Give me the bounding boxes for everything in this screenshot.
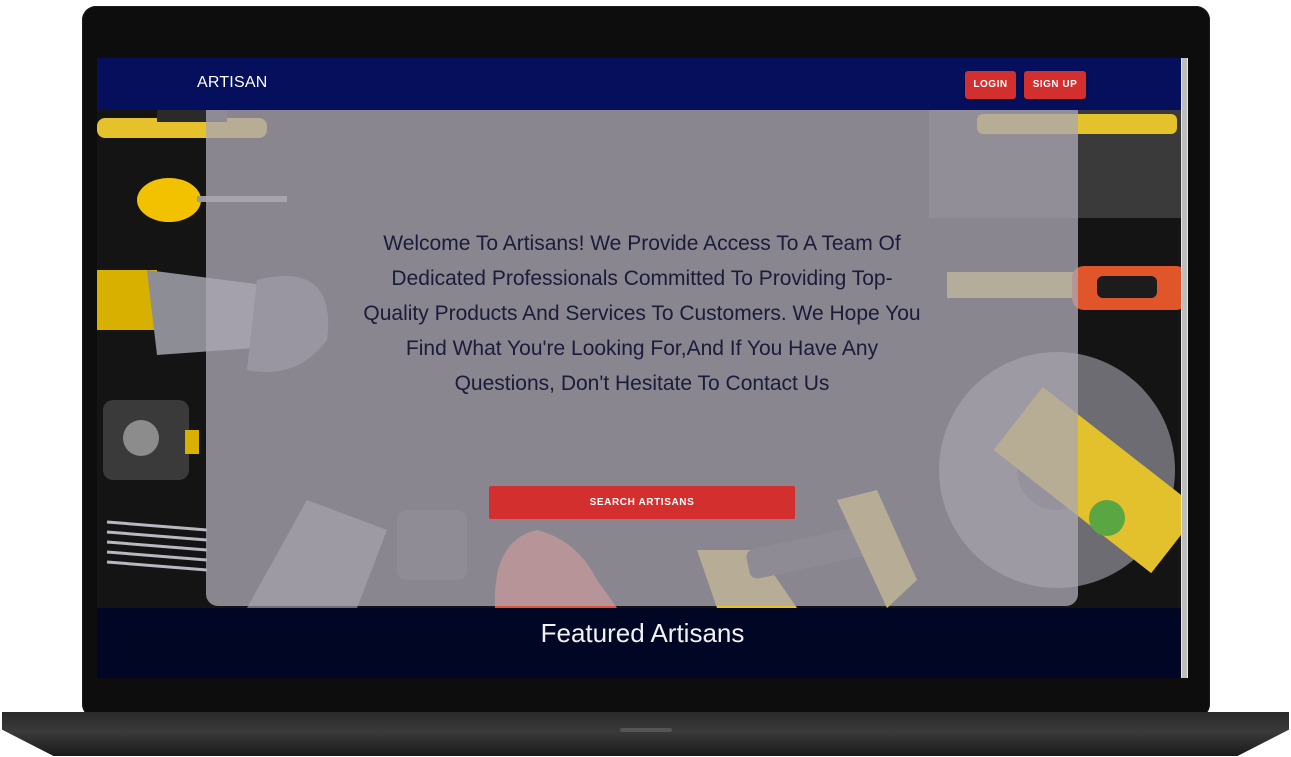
laptop-base <box>2 712 1289 756</box>
page-scrollbar[interactable] <box>1181 58 1188 678</box>
welcome-message: Welcome To Artisans! We Provide Access T… <box>363 232 921 395</box>
login-button[interactable]: LOGIN <box>965 71 1016 99</box>
scrollbar-thumb[interactable] <box>1182 58 1187 678</box>
laptop-notch <box>620 728 672 732</box>
browser-viewport: ARTISAN LOGIN SIGN UP Welcome To Artisan… <box>97 58 1188 678</box>
brand-logo[interactable]: ARTISAN <box>197 74 267 92</box>
featured-artisans-heading: Featured Artisans <box>540 618 745 648</box>
hero-section: Welcome To Artisans! We Provide Access T… <box>97 110 1188 608</box>
navbar: ARTISAN LOGIN SIGN UP <box>97 58 1181 110</box>
search-artisans-button[interactable]: SEARCH ARTISANS <box>489 486 795 519</box>
signup-button[interactable]: SIGN UP <box>1024 71 1086 99</box>
